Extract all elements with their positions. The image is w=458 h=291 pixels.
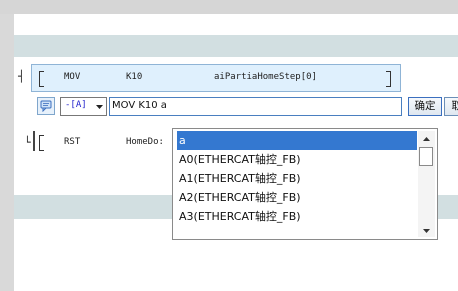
instruction-mode-select[interactable]: -[A] — [60, 97, 107, 116]
confirm-button[interactable]: 确定 — [408, 97, 442, 116]
ladder-rung-1[interactable]: ┤ MOV K10 aiPartiaHomeStep[0] — [14, 61, 458, 92]
instruction-bracket-right — [386, 71, 391, 87]
network-band-top — [14, 35, 458, 57]
dropdown-scrollbar[interactable] — [418, 131, 435, 237]
rung2-instruction: RST — [64, 137, 81, 147]
autocomplete-list: a A0(ETHERCAT轴控_FB) A1(ETHERCAT轴控_FB) A2(ET… — [177, 131, 417, 226]
top-frame — [0, 0, 458, 14]
autocomplete-item[interactable]: A3(ETHERCAT轴控_FB) — [177, 207, 417, 226]
scroll-up-arrow-icon[interactable] — [418, 131, 435, 145]
ladder-editor: ┤ MOV K10 aiPartiaHomeStep[0] └ RST Home… — [0, 0, 458, 291]
rung2-operand: HomeDo: — [126, 137, 164, 147]
autocomplete-item[interactable]: A2(ETHERCAT轴控_FB) — [177, 188, 417, 207]
comment-icon[interactable] — [37, 97, 55, 115]
rung1-source: K10 — [126, 72, 143, 82]
instruction-bracket-left — [39, 71, 44, 87]
rung-connector: ┤ — [18, 70, 25, 83]
scrollbar-thumb[interactable] — [419, 147, 433, 166]
autocomplete-item[interactable]: a — [177, 131, 417, 150]
autocomplete-item[interactable]: A1(ETHERCAT轴控_FB) — [177, 169, 417, 188]
mode-value: -[A] — [65, 100, 87, 110]
autocomplete-item[interactable]: A0(ETHERCAT轴控_FB) — [177, 150, 417, 169]
autocomplete-dropdown: a A0(ETHERCAT轴控_FB) A1(ETHERCAT轴控_FB) A2(ET… — [172, 128, 438, 240]
scroll-down-arrow-icon[interactable] — [418, 223, 435, 237]
instruction-text-value: MOV K10 a — [112, 100, 167, 111]
rung1-instruction: MOV — [64, 72, 81, 82]
cancel-button[interactable]: 取消 — [444, 97, 458, 116]
instruction-text-input[interactable]: MOV K10 a — [109, 97, 402, 116]
instruction-input-bar: -[A] MOV K10 a 确定 取消 — [14, 96, 458, 118]
instruction-bracket-left — [39, 135, 44, 151]
chevron-down-icon[interactable] — [93, 98, 106, 115]
rung-connector: └ — [24, 136, 31, 149]
rung1-destination: aiPartiaHomeStep[0] — [214, 72, 317, 82]
